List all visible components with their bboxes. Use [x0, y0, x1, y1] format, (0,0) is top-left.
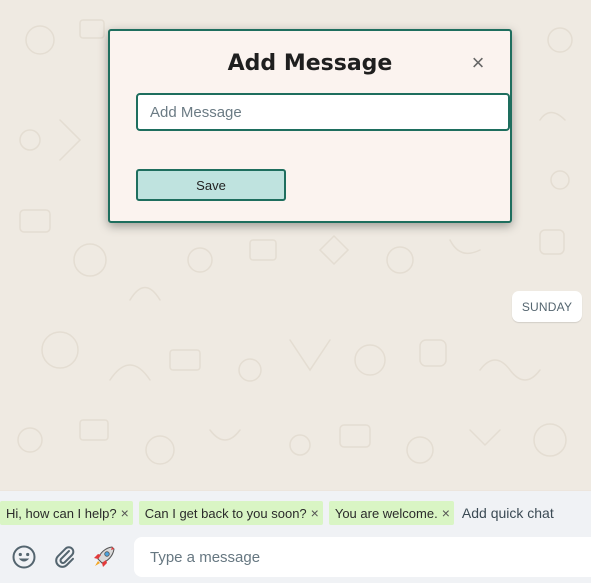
remove-chip-icon[interactable]: × — [442, 505, 450, 521]
quick-chat-bar: Hi, how can I help? × Can I get back to … — [0, 491, 591, 535]
close-icon[interactable]: × — [468, 52, 488, 74]
quick-chat-chip[interactable]: Can I get back to you soon? × — [138, 501, 323, 525]
message-input[interactable] — [134, 537, 591, 577]
quick-chat-label: Can I get back to you soon? — [144, 505, 307, 521]
quick-chat-chip[interactable]: Hi, how can I help? × — [0, 501, 133, 525]
add-message-input[interactable] — [136, 93, 510, 131]
quick-chat-chip[interactable]: You are welcome. × — [328, 501, 454, 525]
modal-title: Add Message — [227, 51, 393, 76]
quick-chat-list: Hi, how can I help? × Can I get back to … — [0, 501, 554, 525]
chat-screen: SUNDAY Add Message × Save Hi, how can I … — [0, 0, 591, 583]
quick-chat-label: You are welcome. — [334, 505, 438, 521]
add-message-modal: Add Message × Save — [108, 29, 512, 223]
message-composer — [0, 535, 591, 583]
remove-chip-icon[interactable]: × — [311, 505, 319, 521]
paperclip-icon[interactable] — [51, 543, 79, 571]
remove-chip-icon[interactable]: × — [121, 505, 129, 521]
emoji-icon[interactable] — [10, 543, 38, 571]
add-quick-chat-link[interactable]: Add quick chat — [462, 505, 554, 521]
rocket-icon[interactable] — [90, 543, 118, 571]
quick-chat-label: Hi, how can I help? — [6, 505, 117, 521]
save-button[interactable]: Save — [136, 169, 286, 201]
date-divider-chip: SUNDAY — [512, 291, 582, 322]
